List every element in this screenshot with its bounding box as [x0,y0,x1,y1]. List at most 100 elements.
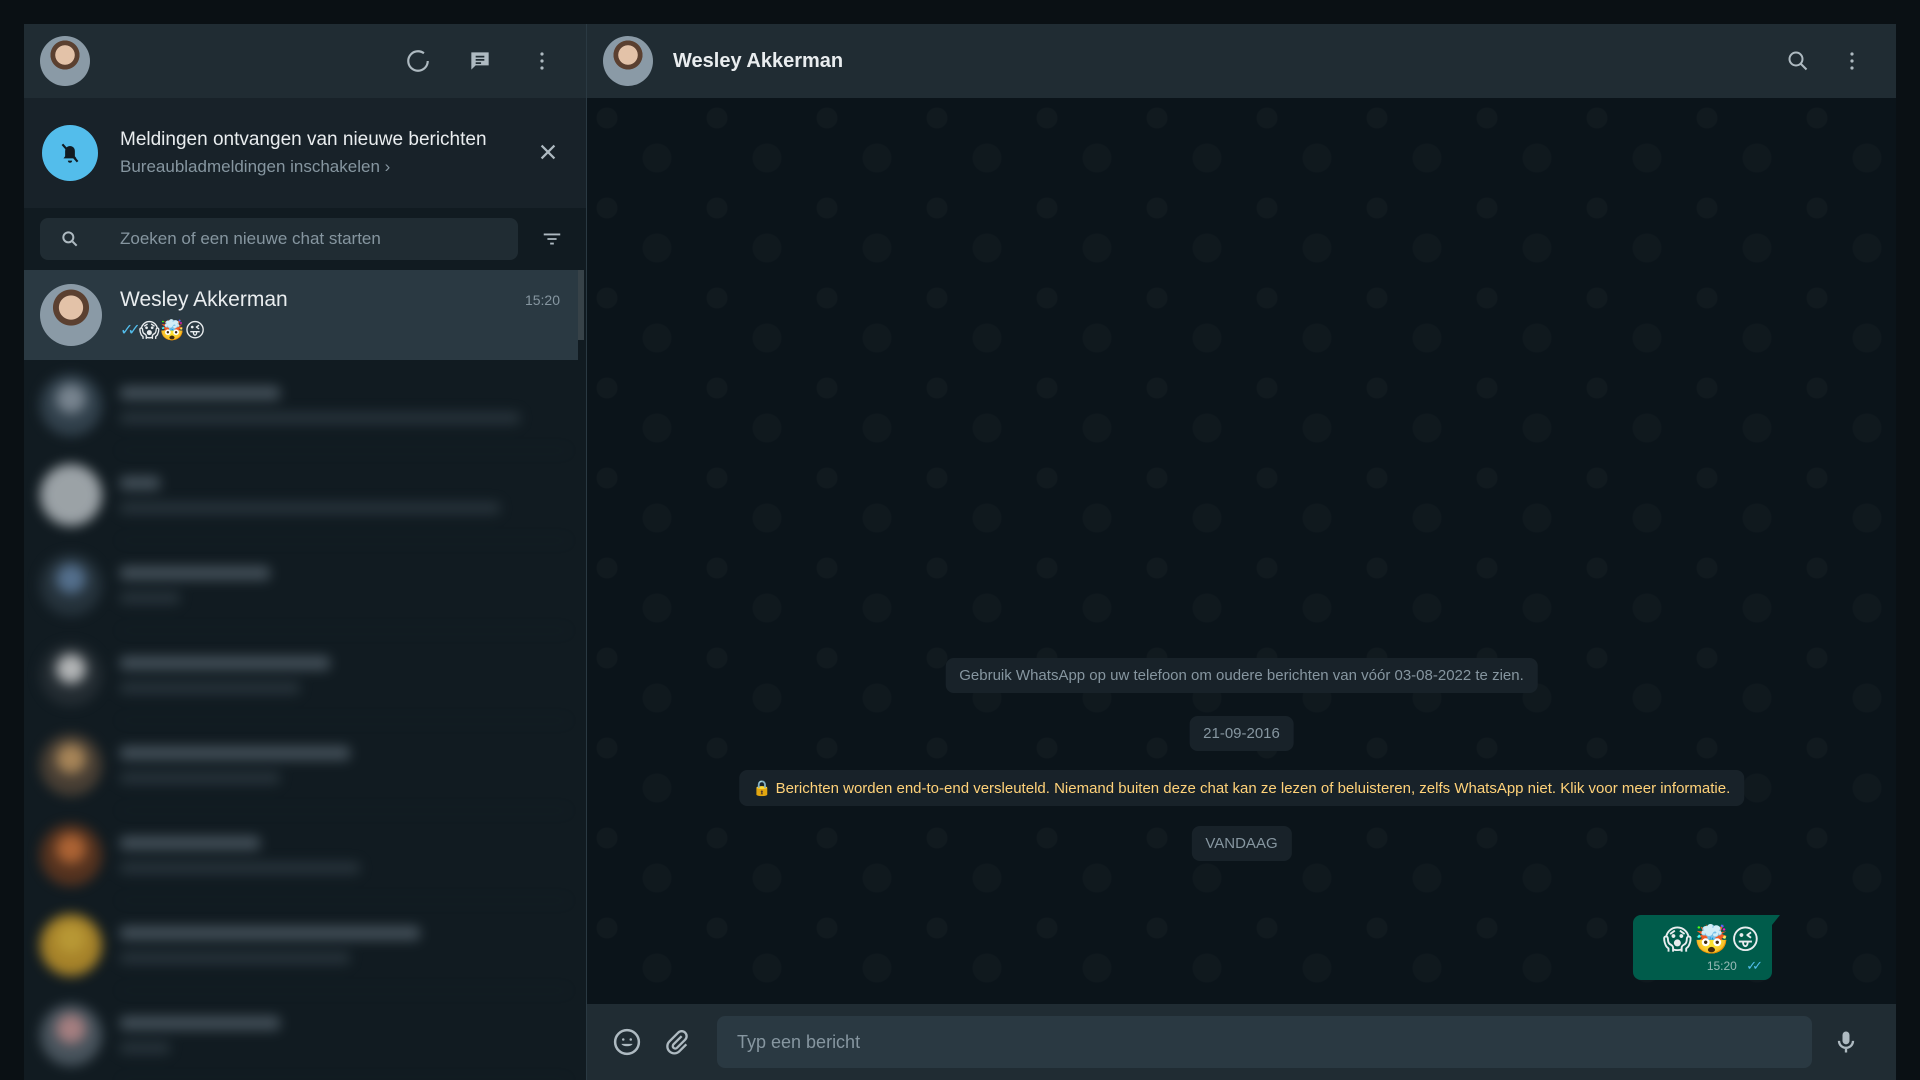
emoji-icon [613,1028,641,1056]
menu-icon [540,52,544,70]
sidebar-header [24,24,586,98]
conversation-title[interactable]: Wesley Akkerman [673,50,843,73]
notification-text: Meldingen ontvangen van nieuwe berichten… [120,129,487,177]
contact-avatar [40,374,102,436]
blurred-preview [120,771,280,784]
chat-item-body [120,540,568,631]
search-icon [1788,51,1808,71]
list-item[interactable] [24,450,586,541]
chat-item-preview: ✓✓ 😱🤯😜 [120,318,560,343]
blurred-preview [120,1041,170,1054]
sidebar-menu-button[interactable] [524,43,560,79]
date-separator-today: VANDAAG [1191,826,1292,861]
contact-avatar [40,284,102,346]
close-notification-button[interactable] [530,134,566,170]
older-messages-notice: Gebruik WhatsApp op uw telefoon om ouder… [945,658,1538,693]
paperclip-icon [666,1030,688,1055]
blurred-name [120,655,330,670]
search-box [40,218,518,260]
list-item[interactable] [24,810,586,901]
conversation-menu-button[interactable] [1834,43,1870,79]
chat-item-body: Wesley Akkerman 15:20 ✓✓ 😱🤯😜 [120,270,560,360]
contact-avatar[interactable] [603,36,653,86]
chat-item-body [120,720,568,811]
blurred-preview [120,951,350,964]
microphone-icon [1837,1031,1855,1053]
filter-icon [543,233,561,245]
contact-avatar [40,554,102,616]
contact-avatar [40,914,102,976]
voice-message-button[interactable] [1828,1024,1864,1060]
sidebar: Meldingen ontvangen van nieuwe berichten… [24,24,587,1080]
chat-item-top: Wesley Akkerman 15:20 [120,288,560,312]
status-button[interactable] [400,43,436,79]
notification-banner: Meldingen ontvangen van nieuwe berichten… [24,98,586,208]
new-chat-button[interactable] [462,43,498,79]
sidebar-header-actions [400,43,570,79]
blurred-name [120,475,160,490]
chat-item-name: Wesley Akkerman [120,287,288,311]
read-ticks-icon: ✓✓ [1746,958,1763,973]
notification-title: Meldingen ontvangen van nieuwe berichten [120,129,487,150]
read-ticks-icon: ✓✓ [120,322,141,339]
close-icon [540,144,556,160]
chat-item-body [120,900,568,991]
chat-item-body [120,810,568,901]
blurred-name [120,385,280,400]
message-input[interactable] [717,1016,1812,1068]
chat-item-body [120,360,568,451]
contact-avatar [40,734,102,796]
message-time: 15:20 [1706,959,1737,973]
list-item[interactable] [24,990,586,1080]
contact-avatar [40,464,102,526]
list-item[interactable] [24,720,586,811]
chat-item-last-message: 😱🤯😜 [138,319,206,342]
emoji-button[interactable] [609,1024,645,1060]
attach-button[interactable] [659,1024,695,1060]
list-item[interactable] [24,900,586,991]
list-item[interactable] [24,360,586,451]
search-input[interactable] [118,228,502,250]
new-chat-icon [471,52,489,70]
blurred-name [120,745,350,760]
enable-desktop-notifications-label: Bureaubladmeldingen inschakelen [120,157,380,176]
bell-off-icon [61,143,79,163]
message-text: 😱🤯😜 [1662,924,1762,955]
list-item[interactable] [24,630,586,721]
conversation-header[interactable]: Wesley Akkerman [587,24,1896,98]
search-messages-button[interactable] [1780,43,1816,79]
chevron-right-icon: › [384,157,391,176]
message-meta: 15:20 ✓✓ [1663,958,1763,974]
message-composer [587,1004,1896,1080]
list-item[interactable] [24,540,586,631]
status-icon [407,50,429,72]
blurred-name [120,925,420,940]
menu-icon [1850,52,1854,70]
encryption-notice[interactable]: 🔒 Berichten worden end-to-end versleutel… [738,770,1745,806]
chat-item-body [120,450,568,541]
chat-item-body [120,990,568,1080]
blurred-name [120,1015,280,1030]
unread-filter-button[interactable] [534,221,570,257]
blurred-preview [120,411,520,424]
notification-bell [42,125,98,181]
blurred-preview [120,861,360,874]
contact-avatar [40,824,102,886]
my-profile-avatar[interactable] [40,36,90,86]
blurred-preview [120,501,500,514]
search-row [24,208,586,270]
blurred-name [120,835,260,850]
outgoing-message[interactable]: 😱🤯😜 15:20 ✓✓ [1632,915,1781,980]
blurred-name [120,565,270,580]
chat-list-scrollbar[interactable] [578,270,584,340]
chat-item-wesley-akkerman[interactable]: Wesley Akkerman 15:20 ✓✓ 😱🤯😜 [24,270,578,360]
blurred-preview [120,591,180,604]
blurred-preview [120,681,300,694]
chat-list: Wesley Akkerman 15:20 ✓✓ 😱🤯😜 [24,270,586,1080]
conversation-header-actions [1780,43,1880,79]
chat-item-time: 15:20 [524,291,560,308]
enable-desktop-notifications-link[interactable]: Bureaubladmeldingen inschakelen › [120,157,487,177]
whatsapp-web-app: Meldingen ontvangen van nieuwe berichten… [24,24,1896,1080]
contact-avatar [40,1004,102,1066]
date-separator: 21-09-2016 [1189,716,1294,751]
